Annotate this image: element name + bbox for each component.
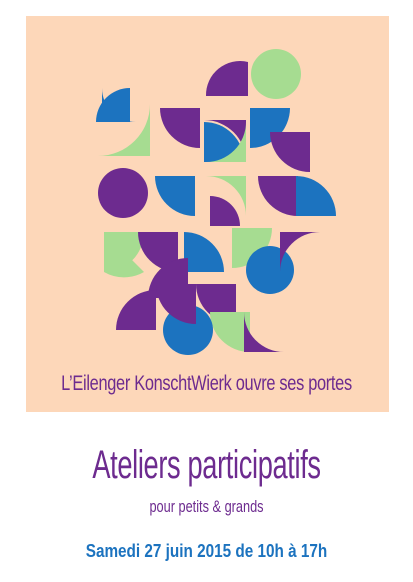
green-circle <box>251 49 301 99</box>
blue-circle <box>246 246 294 294</box>
purple-quarter <box>270 132 310 172</box>
purple-quarter <box>156 284 196 324</box>
blue-quarter <box>155 176 195 216</box>
purple-quarter <box>205 61 248 96</box>
purple-quarter <box>116 290 156 330</box>
blue-quarter <box>184 232 224 272</box>
tagline: L’Eilenger KonschtWierk ouvre ses portes <box>61 372 352 395</box>
purple-quarter <box>160 108 200 148</box>
geometric-artwork <box>96 49 336 355</box>
date-line: Samedi 27 juin 2015 de 10h à 17h <box>85 541 328 561</box>
purple-quarter <box>258 176 298 216</box>
headline: Ateliers participatifs <box>92 443 321 487</box>
subheadline: pour petits & grands <box>149 497 264 516</box>
purple-quarter <box>210 196 240 226</box>
blue-quarter-left <box>96 88 130 122</box>
blue-quarter <box>296 176 336 216</box>
purple-circle <box>98 168 148 218</box>
